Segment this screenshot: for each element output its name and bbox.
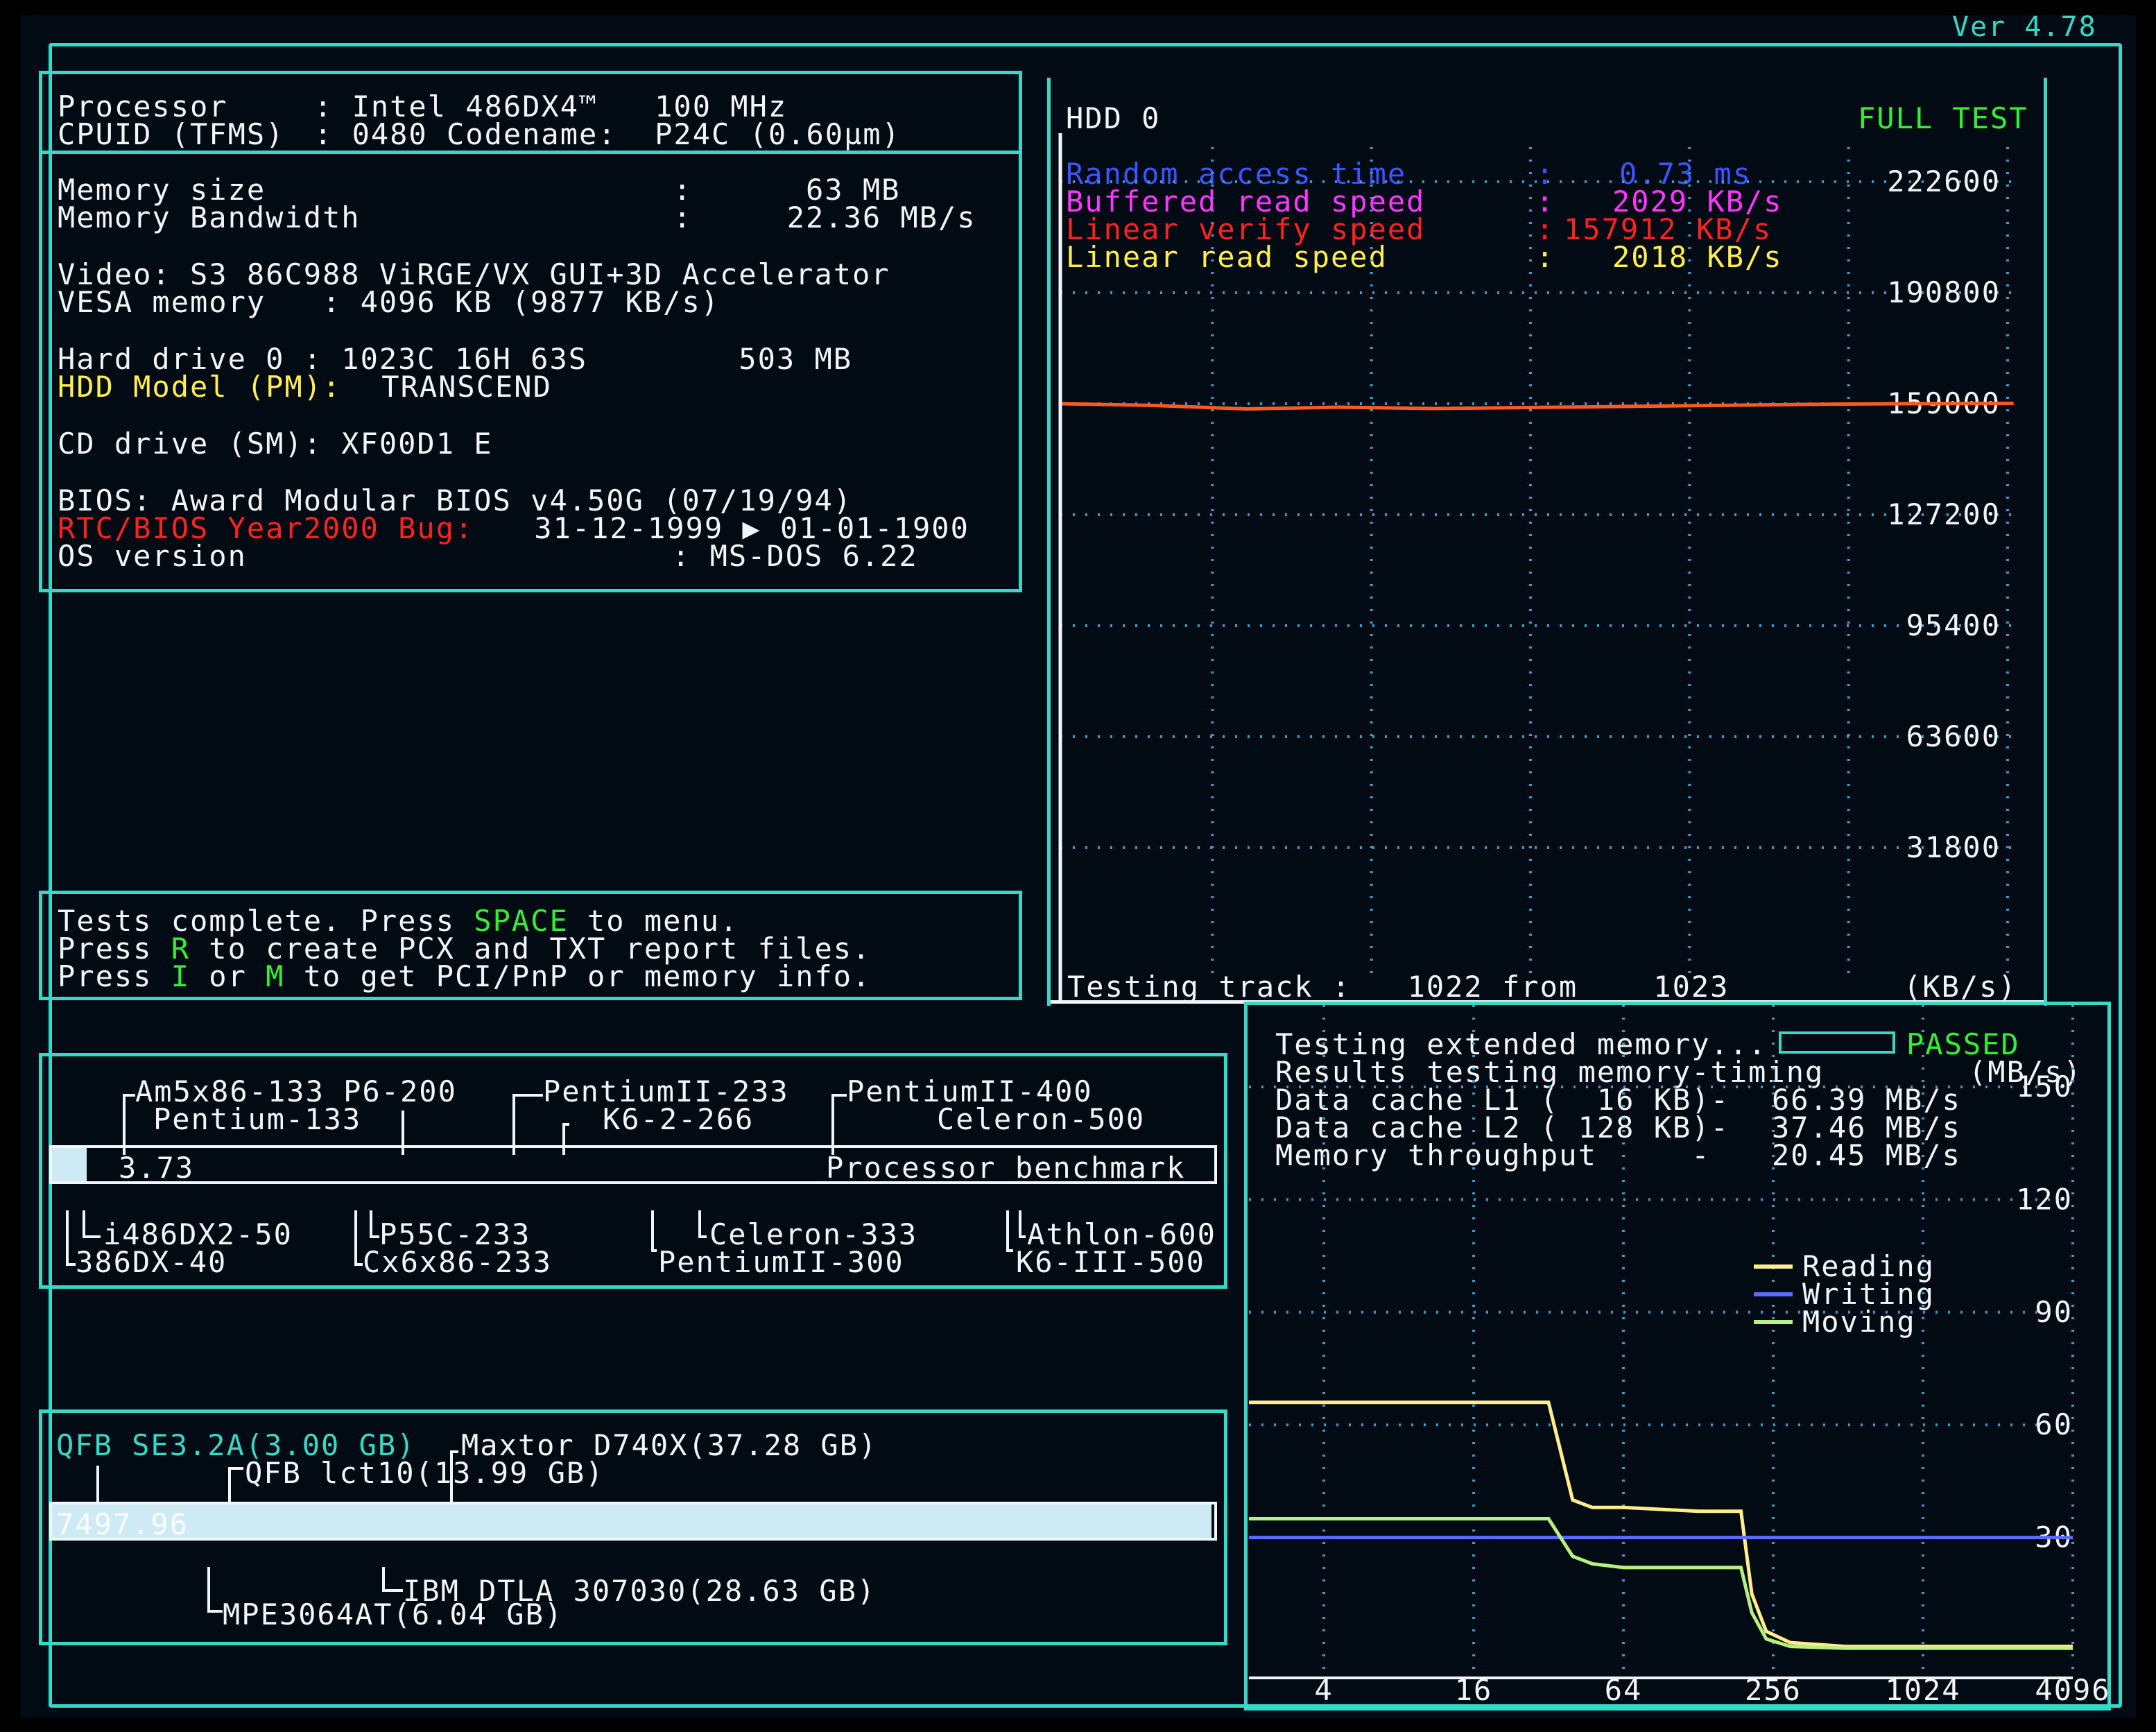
hdd-y-tick-label: 31800 xyxy=(1906,830,2001,864)
hdd-test-panel: HDD 0 FULL TEST Random access time : 0.7… xyxy=(1047,78,2047,1006)
i-key: I xyxy=(171,959,191,993)
hdd-model-label: HDD Model (PM): xyxy=(58,370,342,404)
cpuid-value: : 0480 Codename: P24C (0.60µm) xyxy=(314,117,901,151)
hdd-y-tick-label: 127200 xyxy=(1887,497,2001,531)
vesa-info: VESA memory : 4096 KB (9877 KB/s) xyxy=(58,285,721,319)
legend-moving-swatch xyxy=(1754,1320,1793,1324)
hdd-series-linear-verify xyxy=(1060,401,2014,411)
cpu-benchmark-title: Processor benchmark xyxy=(826,1151,1186,1185)
memory-speed-chart: 4 16 64 256 1024 4096306090120150 xyxy=(1249,1005,2110,1707)
legend-reading-swatch xyxy=(1754,1264,1793,1269)
memory-bandwidth-label: Memory Bandwidth xyxy=(58,200,361,234)
cpu-ref-k6-3-500: K6-III-500 xyxy=(1016,1245,1205,1279)
hdd-benchmark-score: 7497.96 xyxy=(56,1507,189,1541)
cpu-ref-k6-2-266: K6-2-266 xyxy=(603,1102,754,1136)
cpu-benchmark-bar-fill xyxy=(52,1148,87,1181)
cd-drive-info: CD drive (SM): XF00D1 E xyxy=(58,427,493,461)
mem-y-tick-label: 150 xyxy=(2016,1070,2073,1104)
hdd-benchmark-panel: QFB SE3.2A(3.00 GB) Maxtor D740X(37.28 G… xyxy=(39,1409,1227,1645)
memory-bandwidth-value: : 22.36 MB/s xyxy=(673,200,976,234)
hdd-chart-unit: (KB/s) xyxy=(1904,970,2017,1004)
mem-series-reading xyxy=(1249,1400,2073,1649)
memory-test-panel: Testing extended memory... PASSED Result… xyxy=(1244,1002,2111,1710)
mem-y-tick-label: 60 xyxy=(2035,1407,2073,1441)
hdd-model-value: TRANSCEND xyxy=(363,370,552,404)
cpuid-label: CPUID (TFMS) xyxy=(58,117,285,151)
processor-benchmark-panel: Am5x86-133 P6-200 Pentium-133 PentiumII-… xyxy=(39,1053,1227,1289)
status-panel: Tests complete. Press SPACE to menu. Pre… xyxy=(39,891,1022,1000)
hdd-y-tick-label: 95400 xyxy=(1906,608,2001,642)
hdd-speed-chart: 318006360095400127200159000190800222600 xyxy=(1058,133,2015,1000)
system-info-panel: Processor : Intel 486DX4™ 100 MHz CPUID … xyxy=(39,71,1022,592)
m-key: M xyxy=(266,959,285,993)
hdd-ref-qfb-lct10: QFB lct10(13.99 GB) xyxy=(245,1456,605,1490)
hdd-benchmark-bar-fill xyxy=(52,1504,1211,1538)
hdd-ref-mpe3064at: MPE3064AT(6.04 GB) xyxy=(223,1597,564,1631)
cpu-ref-celeron-500: Celeron-500 xyxy=(937,1102,1146,1136)
cpu-ref-pentium-133: Pentium-133 xyxy=(153,1102,362,1136)
os-value: : MS-DOS 6.22 xyxy=(672,539,918,573)
hdd-y-tick-label: 222600 xyxy=(1887,164,2001,198)
hdd-y-tick-label: 190800 xyxy=(1887,275,2001,309)
cpu-ref-pentium2-300: PentiumII-300 xyxy=(658,1245,904,1279)
status-line-3: Press I or M to get PCI/PnP or memory in… xyxy=(58,959,872,993)
mem-y-tick-label: 120 xyxy=(2016,1182,2073,1216)
cpu-ref-386dx-40: 386DX-40 xyxy=(76,1245,227,1279)
os-label: OS version xyxy=(58,539,247,573)
hdd-y-tick-label: 63600 xyxy=(1906,719,2001,753)
hdd-footer-track: 1022 from 1023 xyxy=(1370,970,1730,1004)
legend-writing-swatch xyxy=(1754,1292,1793,1296)
hdd-footer-label: Testing track : xyxy=(1067,970,1352,1004)
cpu-benchmark-score: 3.73 xyxy=(119,1151,195,1185)
legend-moving-label: Moving xyxy=(1802,1305,1916,1339)
version-label: Ver 4.78 xyxy=(1952,11,2097,43)
mem-y-tick-label: 90 xyxy=(2035,1295,2073,1329)
crt-screen: Ver 4.78 Processor : Intel 486DX4™ 100 M… xyxy=(21,11,2136,1718)
cpu-ref-cx6x86-233: Cx6x86-233 xyxy=(363,1245,552,1279)
